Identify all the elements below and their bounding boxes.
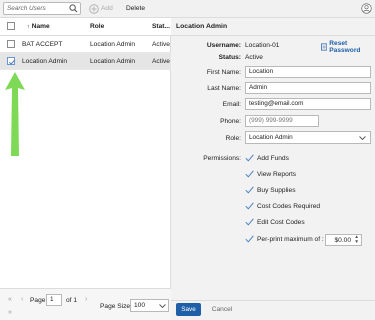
annotation-arrow-icon (5, 72, 25, 156)
detail-title: Location Admin (171, 18, 375, 36)
permission-buy-supplies[interactable]: Buy Supplies (245, 186, 296, 194)
username-value: Location-01 (245, 42, 280, 49)
cancel-button[interactable]: Cancel (211, 303, 233, 316)
permission-view-reports[interactable]: View Reports (245, 170, 296, 178)
checkmark-icon (245, 186, 254, 194)
add-label: Add (101, 5, 113, 12)
first-name-label: First Name: (206, 69, 241, 76)
email-label: Email: (222, 101, 241, 108)
sort-up-icon: ↑ (27, 24, 30, 30)
add-icon (89, 3, 99, 14)
checkmark-icon (245, 218, 254, 226)
add-button[interactable]: Add (89, 3, 113, 14)
permission-label: Edit Cost Codes (257, 218, 305, 226)
permission-label: Buy Supplies (257, 186, 296, 194)
delete-button[interactable]: Delete (126, 5, 145, 12)
toolbar: Add Delete (0, 0, 375, 18)
grid-header: ↑ Name Role Stat... (0, 18, 171, 36)
column-header-name[interactable]: ↑ Name (27, 23, 50, 30)
user-detail-panel: Location Admin Username: Location-01 Res… (171, 18, 375, 320)
save-button[interactable]: Save (176, 303, 201, 316)
last-name-label: Last Name: (207, 85, 241, 92)
chevron-down-icon (159, 304, 166, 309)
status-label: Status: (218, 54, 241, 61)
page-count: of 1 (66, 297, 77, 304)
column-header-role[interactable]: Role (90, 23, 104, 30)
search-icon[interactable] (69, 4, 78, 13)
table-row[interactable]: BAT ACCEPT Location Admin Active (0, 36, 171, 53)
permission-cost-codes-required[interactable]: Cost Codes Required (245, 202, 320, 210)
page-size-label: Page Size: (100, 303, 132, 310)
row-role: Location Admin (90, 58, 136, 65)
last-page-button[interactable]: » (8, 309, 12, 316)
last-name-field[interactable]: Admin (245, 82, 371, 94)
page-size-value: 100 (134, 302, 146, 309)
row-name: BAT ACCEPT (22, 41, 63, 48)
permission-edit-cost-codes[interactable]: Edit Cost Codes (245, 218, 305, 226)
permission-label: Add Funds (257, 154, 289, 162)
reset-password-label: Reset Password (329, 40, 361, 54)
status-value: Active (245, 54, 263, 61)
permission-per-print-maximum[interactable]: Per-print maximum of : (245, 235, 324, 243)
user-list-panel: ↑ Name Role Stat... BAT ACCEPT Location A… (0, 18, 171, 320)
per-print-max-stepper[interactable]: $0.00 ▲ ▼ (325, 234, 362, 246)
prev-page-button[interactable]: ‹ (21, 296, 23, 303)
page-size-select[interactable]: 100 (130, 299, 169, 312)
checkmark-icon (245, 202, 254, 210)
pagination-bar: « ‹ Page 1 of 1 › » Page Size: 100 (0, 288, 171, 320)
checkmark-icon (8, 59, 16, 65)
search-input[interactable] (4, 3, 70, 14)
row-status: Active (152, 41, 170, 48)
role-select[interactable]: Location Admin (245, 131, 371, 144)
phone-field[interactable]: (999) 999-9999 (245, 115, 319, 127)
page-number-input[interactable]: 1 (46, 294, 62, 306)
decrement-icon[interactable]: ▼ (354, 240, 359, 245)
role-select-value: Location Admin (249, 134, 293, 141)
select-all-checkbox[interactable] (7, 22, 15, 30)
per-print-max-value: $0.00 (334, 237, 351, 244)
permission-label: View Reports (257, 170, 297, 178)
checkmark-icon (245, 235, 254, 243)
table-row-selected[interactable]: Location Admin Location Admin Active (0, 53, 171, 70)
permission-label: Cost Codes Required (257, 202, 321, 210)
page-label: Page (30, 297, 46, 304)
checkmark-icon (245, 170, 254, 178)
row-name: Location Admin (22, 58, 68, 65)
permissions-label: Permissions: (203, 155, 241, 162)
column-name-label: Name (31, 23, 50, 30)
checkmark-icon (245, 154, 254, 162)
role-label: Role: (225, 135, 241, 142)
row-status: Active (152, 58, 170, 65)
user-icon[interactable] (361, 3, 372, 14)
chevron-down-icon (359, 136, 366, 141)
first-name-field[interactable]: Location (245, 66, 371, 78)
key-icon (321, 43, 328, 51)
permission-label: Per-print maximum of : (257, 235, 324, 243)
permission-add-funds[interactable]: Add Funds (245, 154, 289, 162)
detail-footer: Save Cancel (171, 300, 375, 320)
reset-password-link[interactable]: Reset Password (321, 40, 375, 54)
row-role: Location Admin (90, 41, 136, 48)
phone-label: Phone: (220, 118, 241, 125)
email-field[interactable]: testing@email.com (245, 98, 371, 110)
row-checkbox-checked[interactable] (7, 57, 16, 65)
row-checkbox[interactable] (7, 40, 15, 48)
next-page-button[interactable]: › (85, 296, 87, 303)
column-header-status[interactable]: Stat... (152, 23, 170, 30)
search-box[interactable] (3, 2, 81, 15)
username-label: Username: (206, 42, 241, 49)
first-page-button[interactable]: « (8, 296, 12, 303)
